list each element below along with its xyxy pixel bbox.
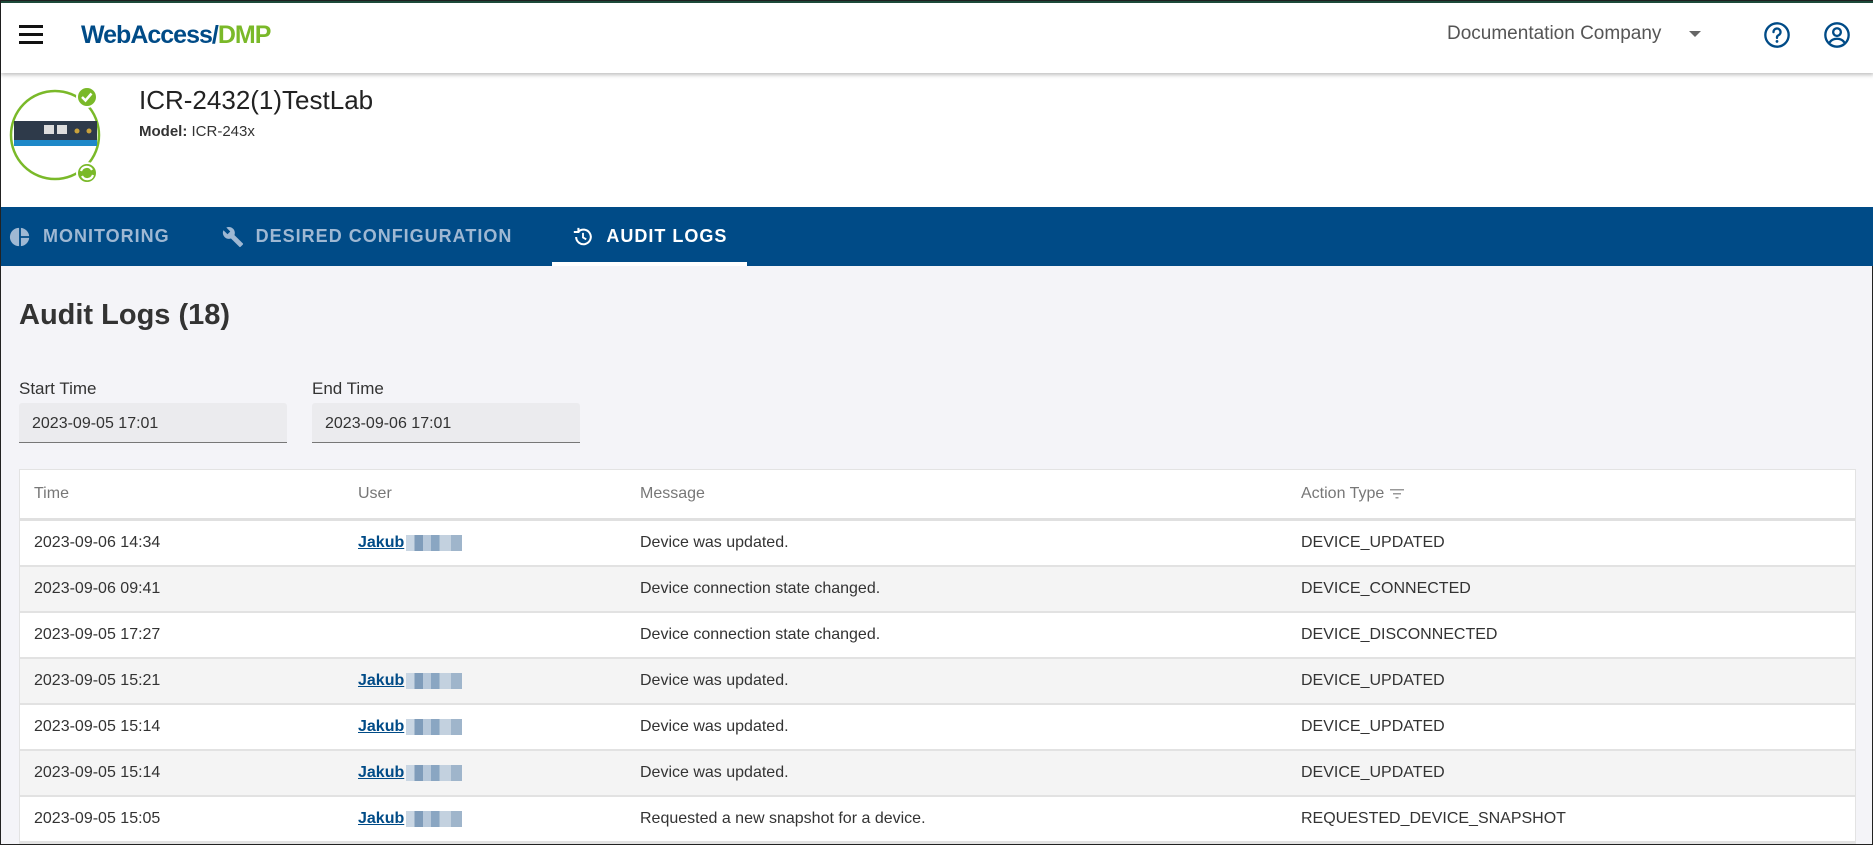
cell-action-type: DEVICE_CONNECTED: [1301, 580, 1471, 597]
cell-message: Device was updated.: [640, 672, 789, 689]
table-row[interactable]: 2023-09-06 14:34 Jakub Device was update…: [20, 521, 1855, 567]
device-image: [9, 86, 101, 184]
redacted-surname: [406, 764, 463, 781]
cell-user: Jakub: [344, 718, 626, 736]
table-row[interactable]: 2023-09-05 17:27 Device connection state…: [20, 613, 1855, 659]
column-header-user[interactable]: User: [344, 485, 626, 503]
cell-message: Requested a new snapshot for a device.: [640, 810, 926, 827]
cell-user: Jakub: [344, 764, 626, 782]
user-link[interactable]: Jakub: [358, 810, 404, 827]
sync-icon: [76, 162, 98, 184]
top-app-bar: WebAccess/DMP Documentation Company: [1, 1, 1873, 73]
cell-user: Jakub: [344, 810, 626, 828]
tab-label: MONITORING: [43, 226, 170, 246]
model-value: ICR-243x: [191, 123, 255, 140]
cell-time: 2023-09-05 15:21: [34, 672, 161, 689]
company-name: Documentation Company: [1447, 23, 1662, 44]
cell-action-type: DEVICE_UPDATED: [1301, 672, 1445, 689]
tab-audit-logs[interactable]: AUDIT LOGS: [552, 207, 748, 266]
cell-message: Device was updated.: [640, 534, 789, 551]
cell-message: Device was updated.: [640, 764, 789, 781]
user-link[interactable]: Jakub: [358, 718, 404, 735]
start-time-input[interactable]: 2023-09-05 17:01: [19, 403, 287, 443]
column-header-message[interactable]: Message: [626, 485, 1287, 503]
cell-action-type: DEVICE_UPDATED: [1301, 764, 1445, 781]
account-icon[interactable]: [1823, 21, 1851, 49]
column-header-action-type[interactable]: Action Type: [1287, 485, 1855, 503]
company-selector[interactable]: Documentation Company: [1447, 23, 1702, 45]
tab-label: AUDIT LOGS: [606, 226, 728, 246]
device-header: ICR-2432(1)TestLab Model: ICR-243x: [1, 73, 1873, 207]
tab-bar: MONITORING DESIRED CONFIGURATION AUDIT L…: [1, 207, 1873, 266]
cell-message: Device connection state changed.: [640, 626, 881, 643]
audit-log-table: Time User Message Action Type 2023-09-06…: [19, 469, 1856, 844]
cell-action-type: REQUESTED_DEVICE_SNAPSHOT: [1301, 810, 1566, 827]
device-name: ICR-2432(1)TestLab: [139, 85, 374, 115]
redacted-surname: [406, 534, 463, 551]
pie-chart-icon: [9, 227, 30, 246]
cell-time: 2023-09-06 09:41: [34, 580, 161, 597]
cell-message: Device was updated.: [640, 718, 789, 735]
filter-icon[interactable]: [1390, 489, 1405, 499]
cell-time: 2023-09-05 15:14: [34, 718, 161, 735]
wrench-icon: [222, 226, 243, 247]
redacted-surname: [406, 718, 463, 735]
redacted-surname: [406, 810, 463, 827]
cell-time: 2023-09-05 15:05: [34, 810, 161, 827]
logo-text-webaccess: WebAccess/: [81, 21, 219, 49]
history-icon: [574, 227, 593, 245]
app-logo[interactable]: WebAccess/DMP: [81, 21, 272, 50]
column-header-time[interactable]: Time: [20, 485, 344, 503]
tab-desired-configuration[interactable]: DESIRED CONFIGURATION: [214, 207, 533, 266]
device-model: Model: ICR-243x: [139, 123, 255, 140]
cell-action-type: DEVICE_UPDATED: [1301, 534, 1445, 551]
cell-time: 2023-09-05 17:27: [34, 626, 161, 643]
table-row[interactable]: 2023-09-06 09:41 Device connection state…: [20, 567, 1855, 613]
cell-user: Jakub: [344, 672, 626, 690]
end-time-label: End Time: [312, 379, 384, 398]
cell-time: 2023-09-05 15:14: [34, 764, 161, 781]
user-link[interactable]: Jakub: [358, 534, 404, 551]
logo-text-dmp: DMP: [217, 21, 272, 49]
user-link[interactable]: Jakub: [358, 764, 404, 781]
cell-action-type: DEVICE_DISCONNECTED: [1301, 626, 1498, 643]
menu-icon[interactable]: [19, 25, 43, 45]
chevron-down-icon: [1689, 31, 1702, 37]
cell-action-type: DEVICE_UPDATED: [1301, 718, 1445, 735]
table-row[interactable]: 2023-09-05 15:05 Jakub Requested a new s…: [20, 797, 1855, 843]
user-link[interactable]: Jakub: [358, 672, 404, 689]
cell-user: Jakub: [344, 534, 626, 552]
table-row[interactable]: 2023-09-05 15:14 Jakub Device was update…: [20, 705, 1855, 751]
check-circle-icon: [76, 86, 98, 108]
table-row[interactable]: 2023-09-05 15:14 Jakub Device was update…: [20, 751, 1855, 797]
table-row[interactable]: 2023-09-05 15:21 Jakub Device was update…: [20, 659, 1855, 705]
cell-time: 2023-09-06 14:34: [34, 534, 161, 551]
table-header-row: Time User Message Action Type: [20, 470, 1855, 521]
redacted-surname: [406, 672, 463, 689]
model-label: Model:: [139, 123, 188, 140]
end-time-input[interactable]: 2023-09-06 17:01: [312, 403, 580, 443]
column-header-label: Action Type: [1301, 485, 1385, 502]
tab-label: DESIRED CONFIGURATION: [255, 226, 513, 246]
cell-message: Device connection state changed.: [640, 580, 881, 597]
help-icon[interactable]: [1763, 21, 1791, 49]
start-time-label: Start Time: [19, 379, 97, 398]
page-title: Audit Logs (18): [19, 299, 231, 331]
tab-monitoring[interactable]: MONITORING: [1, 207, 190, 266]
